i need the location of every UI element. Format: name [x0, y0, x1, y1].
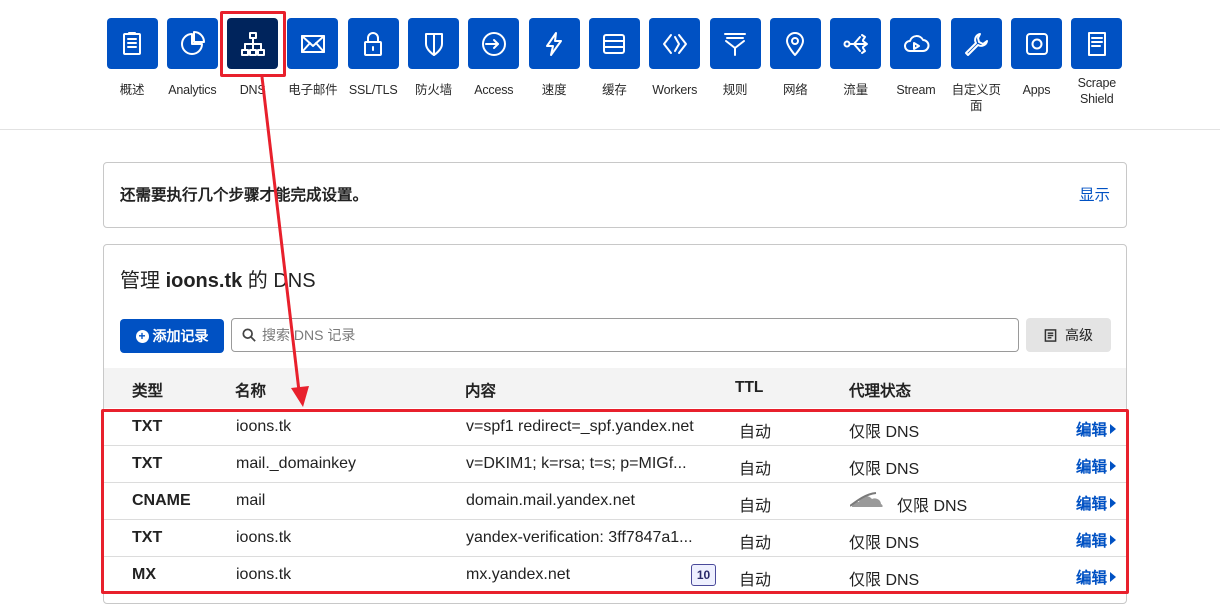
- setup-notice-card: 还需要执行几个步骤才能完成设置。 显示: [103, 162, 1127, 228]
- add-record-label: 添加记录: [152, 328, 209, 344]
- nav-label: 规则: [722, 83, 748, 97]
- lightning-icon: [528, 18, 580, 69]
- add-record-button[interactable]: + 添加记录: [120, 319, 224, 353]
- nav-item-shield[interactable]: 防火墙: [404, 18, 464, 98]
- email-icon: [287, 18, 339, 69]
- domain-name: ioons.tk: [165, 270, 243, 292]
- column-content: 内容: [465, 383, 497, 400]
- stream-icon: [890, 18, 942, 69]
- nav-label: Stream: [896, 83, 936, 97]
- column-name: 名称: [235, 383, 267, 400]
- nav-label: Apps: [1022, 83, 1051, 97]
- nav-label: Analytics: [168, 83, 217, 97]
- shield-icon: [408, 18, 459, 69]
- overview-icon: [106, 18, 158, 69]
- table-header: 类型 名称 内容 TTL 代理状态: [104, 368, 1126, 408]
- nav-item-stream[interactable]: Stream: [886, 18, 946, 98]
- apps-icon: [1011, 18, 1062, 69]
- search-box[interactable]: [231, 318, 1019, 352]
- document-icon: [1071, 18, 1123, 69]
- nav-label: 概述: [119, 83, 145, 97]
- nav-item-document[interactable]: Scrape Shield: [1067, 18, 1127, 107]
- advanced-label: 高级: [1065, 327, 1093, 343]
- access-icon: [468, 18, 520, 69]
- nav-label: 缓存: [602, 83, 627, 97]
- nav-item-lightning[interactable]: 速度: [524, 18, 584, 98]
- column-proxy-status: 代理状态: [849, 383, 912, 400]
- nav-label: SSL/TLS: [348, 83, 398, 97]
- nav-item-access[interactable]: Access: [464, 18, 524, 98]
- nav-item-overview[interactable]: 概述: [102, 18, 162, 98]
- advanced-button[interactable]: 高级: [1026, 318, 1111, 352]
- nav-item-cache[interactable]: 缓存: [584, 18, 644, 98]
- nav-label-line: Scrape: [1077, 76, 1117, 90]
- show-link[interactable]: 显示: [1079, 183, 1110, 205]
- nav-item-location[interactable]: 网络: [765, 18, 825, 98]
- nav-item-workers[interactable]: Workers: [645, 18, 705, 98]
- nav-label: 速度: [541, 83, 567, 97]
- lock-icon: [347, 18, 399, 69]
- title-prefix: 管理: [120, 270, 160, 292]
- wrench-icon: [950, 18, 1002, 69]
- workers-icon: [649, 18, 701, 69]
- nav-item-apps[interactable]: Apps: [1007, 18, 1067, 98]
- cache-icon: [588, 18, 640, 69]
- nav-label: Workers: [652, 83, 698, 97]
- analytics-icon: [166, 18, 218, 69]
- plus-icon: +: [135, 329, 149, 343]
- location-icon: [769, 18, 821, 69]
- nav-label: Scrape Shield: [1067, 75, 1127, 107]
- nav-label: 网络: [782, 83, 808, 97]
- title-suffix: 的 DNS: [247, 270, 316, 292]
- search-icon: [242, 328, 256, 342]
- filter-icon: [709, 18, 761, 69]
- nav-item-wrench[interactable]: 自定义页面: [946, 18, 1006, 114]
- document-icon: [1044, 328, 1057, 342]
- nav-item-filter[interactable]: 规则: [705, 18, 765, 98]
- page-title: 管理 ioons.tk 的 DNS: [120, 264, 316, 293]
- annotation-highlight-dns: [220, 11, 286, 77]
- nav-item-email[interactable]: 电子邮件: [283, 18, 343, 98]
- nav-label: 防火墙: [415, 83, 452, 97]
- nav-label-line: Shield: [1080, 92, 1114, 106]
- traffic-icon: [830, 18, 882, 69]
- nav-label: Access: [474, 83, 514, 97]
- setup-notice-text: 还需要执行几个步骤才能完成设置。: [120, 187, 369, 204]
- nav-item-lock[interactable]: SSL/TLS: [343, 18, 403, 98]
- top-nav: 概述 Analytics DNS 电子邮件 SSL/TLS 防火墙 Access 速度 缓存 Wo…: [0, 0, 1220, 130]
- nav-label: 自定义页面: [951, 83, 1001, 113]
- search-input[interactable]: [262, 327, 1002, 343]
- annotation-highlight-records: [101, 409, 1129, 594]
- nav-label: 电子邮件: [288, 83, 338, 97]
- nav-label: 流量: [843, 83, 868, 97]
- column-ttl: TTL: [735, 379, 764, 396]
- nav-item-analytics[interactable]: Analytics: [162, 18, 222, 98]
- column-type: 类型: [132, 383, 164, 400]
- nav-item-traffic[interactable]: 流量: [826, 18, 886, 98]
- nav-label: DNS: [239, 83, 266, 97]
